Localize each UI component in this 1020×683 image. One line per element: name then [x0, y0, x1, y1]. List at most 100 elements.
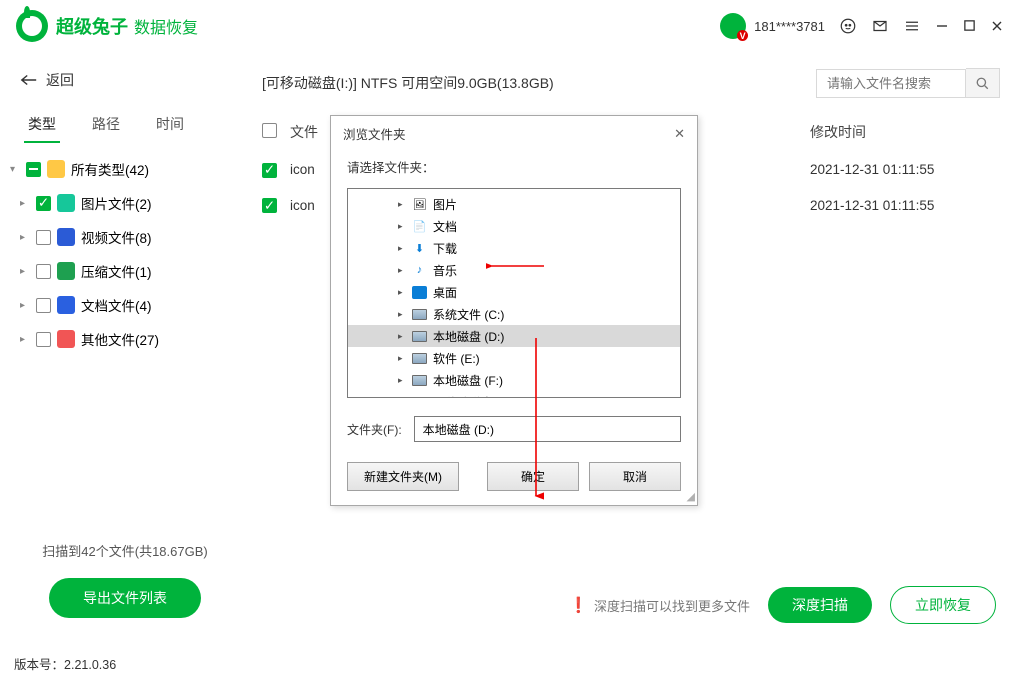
checkbox[interactable]: ✓ [262, 163, 277, 178]
zip-icon [57, 262, 75, 280]
disk-icon [412, 353, 427, 364]
other-icon [57, 330, 75, 348]
pictures-icon: 🖼 [412, 198, 427, 211]
menu-icon[interactable] [903, 17, 921, 35]
checkbox[interactable] [36, 332, 51, 347]
video-icon [57, 228, 75, 246]
inbox-icon[interactable] [871, 17, 889, 35]
checkbox[interactable] [36, 230, 51, 245]
chevron-down-icon: ▾ [10, 164, 20, 175]
disk-icon [412, 397, 427, 399]
ft-node-documents[interactable]: ▸📄文档 [348, 215, 680, 237]
back-label: 返回 [46, 70, 74, 90]
service-icon[interactable] [839, 17, 857, 35]
folder-field-row: 文件夹(F): [347, 416, 681, 442]
deep-scan-button[interactable]: 深度扫描 [768, 587, 872, 623]
tree-item-other[interactable]: ▸ 其他文件(27) [6, 322, 244, 356]
disk-icon [412, 331, 427, 342]
ft-node-disk-d[interactable]: ▸本地磁盘 (D:) [348, 325, 680, 347]
ok-button[interactable]: 确定 [487, 462, 579, 491]
folder-field-label: 文件夹(F): [347, 421, 402, 438]
user-area[interactable]: 181****3781 [720, 13, 825, 39]
ft-node-disk-f[interactable]: ▸本地磁盘 (F:) [348, 369, 680, 391]
app-subtitle: 数据恢复 [134, 14, 198, 38]
recover-button[interactable]: 立即恢复 [890, 586, 996, 624]
col-time[interactable]: 修改时间 [810, 122, 1000, 142]
search-button[interactable] [966, 68, 1000, 98]
ft-node-downloads[interactable]: ▸⬇下载 [348, 237, 680, 259]
dialog-close-icon[interactable]: ✕ [674, 126, 685, 142]
version-label: 版本号：2.21.0.36 [0, 644, 1020, 683]
cancel-button[interactable]: 取消 [589, 462, 681, 491]
tree-root[interactable]: ▾ 所有类型(42) [6, 152, 244, 186]
search-icon [975, 76, 990, 91]
info-icon: ❗ [569, 596, 588, 614]
chevron-right-icon: ▸ [20, 266, 30, 277]
ft-node-music[interactable]: ▸♪音乐 [348, 259, 680, 281]
chevron-right-icon: ▸ [20, 300, 30, 311]
sidebar-tabs: 类型 路径 时间 [0, 106, 250, 142]
app-name: 超级兔子 [56, 13, 128, 39]
avatar-icon [720, 13, 746, 39]
tree-item-zip[interactable]: ▸ 压缩文件(1) [6, 254, 244, 288]
tree-label: 压缩文件(1) [81, 261, 152, 281]
dialog-title: 浏览文件夹 [343, 124, 406, 143]
row-time: 2021-12-31 01:11:55 [810, 198, 1000, 213]
app-header: 超级兔子 数据恢复 181****3781 [0, 0, 1020, 52]
music-icon: ♪ [412, 264, 427, 277]
row-time: 2021-12-31 01:11:55 [810, 162, 1000, 177]
type-tree: ▾ 所有类型(42) ▸ ✓ 图片文件(2) ▸ 视频文件(8) ▸ [0, 142, 250, 527]
dialog-buttons: 新建文件夹(M) 确定 取消 [347, 462, 681, 491]
checkbox[interactable] [36, 264, 51, 279]
tree-root-label: 所有类型(42) [71, 159, 149, 179]
select-all-checkbox[interactable] [262, 123, 277, 138]
ft-node-pictures[interactable]: ▸🖼图片 [348, 193, 680, 215]
tree-label: 文档文件(4) [81, 295, 152, 315]
tab-time[interactable]: 时间 [138, 106, 202, 142]
maximize-icon[interactable] [963, 19, 976, 33]
back-button[interactable]: 返回 [0, 60, 250, 106]
ft-node-desktop[interactable]: ▸桌面 [348, 281, 680, 303]
ft-node-disk-g[interactable]: ▸可移动磁盘 (G:) [348, 391, 680, 398]
tree-item-video[interactable]: ▸ 视频文件(8) [6, 220, 244, 254]
tree-label: 图片文件(2) [81, 193, 152, 213]
downloads-icon: ⬇ [412, 242, 427, 255]
tree-item-doc[interactable]: ▸ 文档文件(4) [6, 288, 244, 322]
user-phone: 181****3781 [754, 19, 825, 34]
folder-name-input[interactable] [414, 416, 681, 442]
sidebar-footer: 扫描到42个文件(共18.67GB) 导出文件列表 [0, 527, 250, 636]
checkbox[interactable]: ✓ [262, 198, 277, 213]
search-input[interactable] [816, 69, 966, 98]
main-top-bar: [可移动磁盘(I:)] NTFS 可用空间9.0GB(13.8GB) [258, 60, 1004, 112]
folder-tree[interactable]: ▸🖼图片 ▸📄文档 ▸⬇下载 ▸♪音乐 ▸桌面 ▸系统文件 (C:) ▸本地磁盘… [347, 188, 681, 398]
export-list-button[interactable]: 导出文件列表 [49, 578, 201, 618]
checkbox[interactable]: ✓ [36, 196, 51, 211]
arrow-left-icon [20, 73, 38, 87]
checkbox[interactable] [26, 162, 41, 177]
rabbit-logo-icon [16, 10, 48, 42]
minimize-icon[interactable] [935, 19, 949, 33]
scan-summary: 扫描到42个文件(共18.67GB) [20, 541, 230, 560]
doc-icon [57, 296, 75, 314]
tab-type[interactable]: 类型 [10, 106, 74, 142]
disk-icon [412, 375, 427, 386]
close-icon[interactable] [990, 19, 1004, 33]
resize-grip-icon[interactable]: ◢ [687, 490, 695, 503]
checkbox[interactable] [36, 298, 51, 313]
desktop-icon [412, 286, 427, 299]
dialog-titlebar[interactable]: 浏览文件夹 ✕ [331, 116, 697, 151]
ft-node-disk-e[interactable]: ▸软件 (E:) [348, 347, 680, 369]
logo-area: 超级兔子 数据恢复 [16, 10, 198, 42]
ft-node-disk-c[interactable]: ▸系统文件 (C:) [348, 303, 680, 325]
tab-path[interactable]: 路径 [74, 106, 138, 142]
tree-item-image[interactable]: ▸ ✓ 图片文件(2) [6, 186, 244, 220]
header-right: 181****3781 [720, 13, 1004, 39]
image-icon [57, 194, 75, 212]
browse-folder-dialog: 浏览文件夹 ✕ 请选择文件夹： ▸🖼图片 ▸📄文档 ▸⬇下载 ▸♪音乐 ▸桌面 … [330, 115, 698, 506]
chevron-right-icon: ▸ [20, 198, 30, 209]
main-footer: ❗ 深度扫描可以找到更多文件 深度扫描 立即恢复 [258, 568, 1004, 644]
sidebar: 返回 类型 路径 时间 ▾ 所有类型(42) ▸ ✓ 图片文件(2) ▸ [0, 52, 250, 644]
tree-label: 视频文件(8) [81, 227, 152, 247]
new-folder-button[interactable]: 新建文件夹(M) [347, 462, 459, 491]
tree-label: 其他文件(27) [81, 329, 159, 349]
